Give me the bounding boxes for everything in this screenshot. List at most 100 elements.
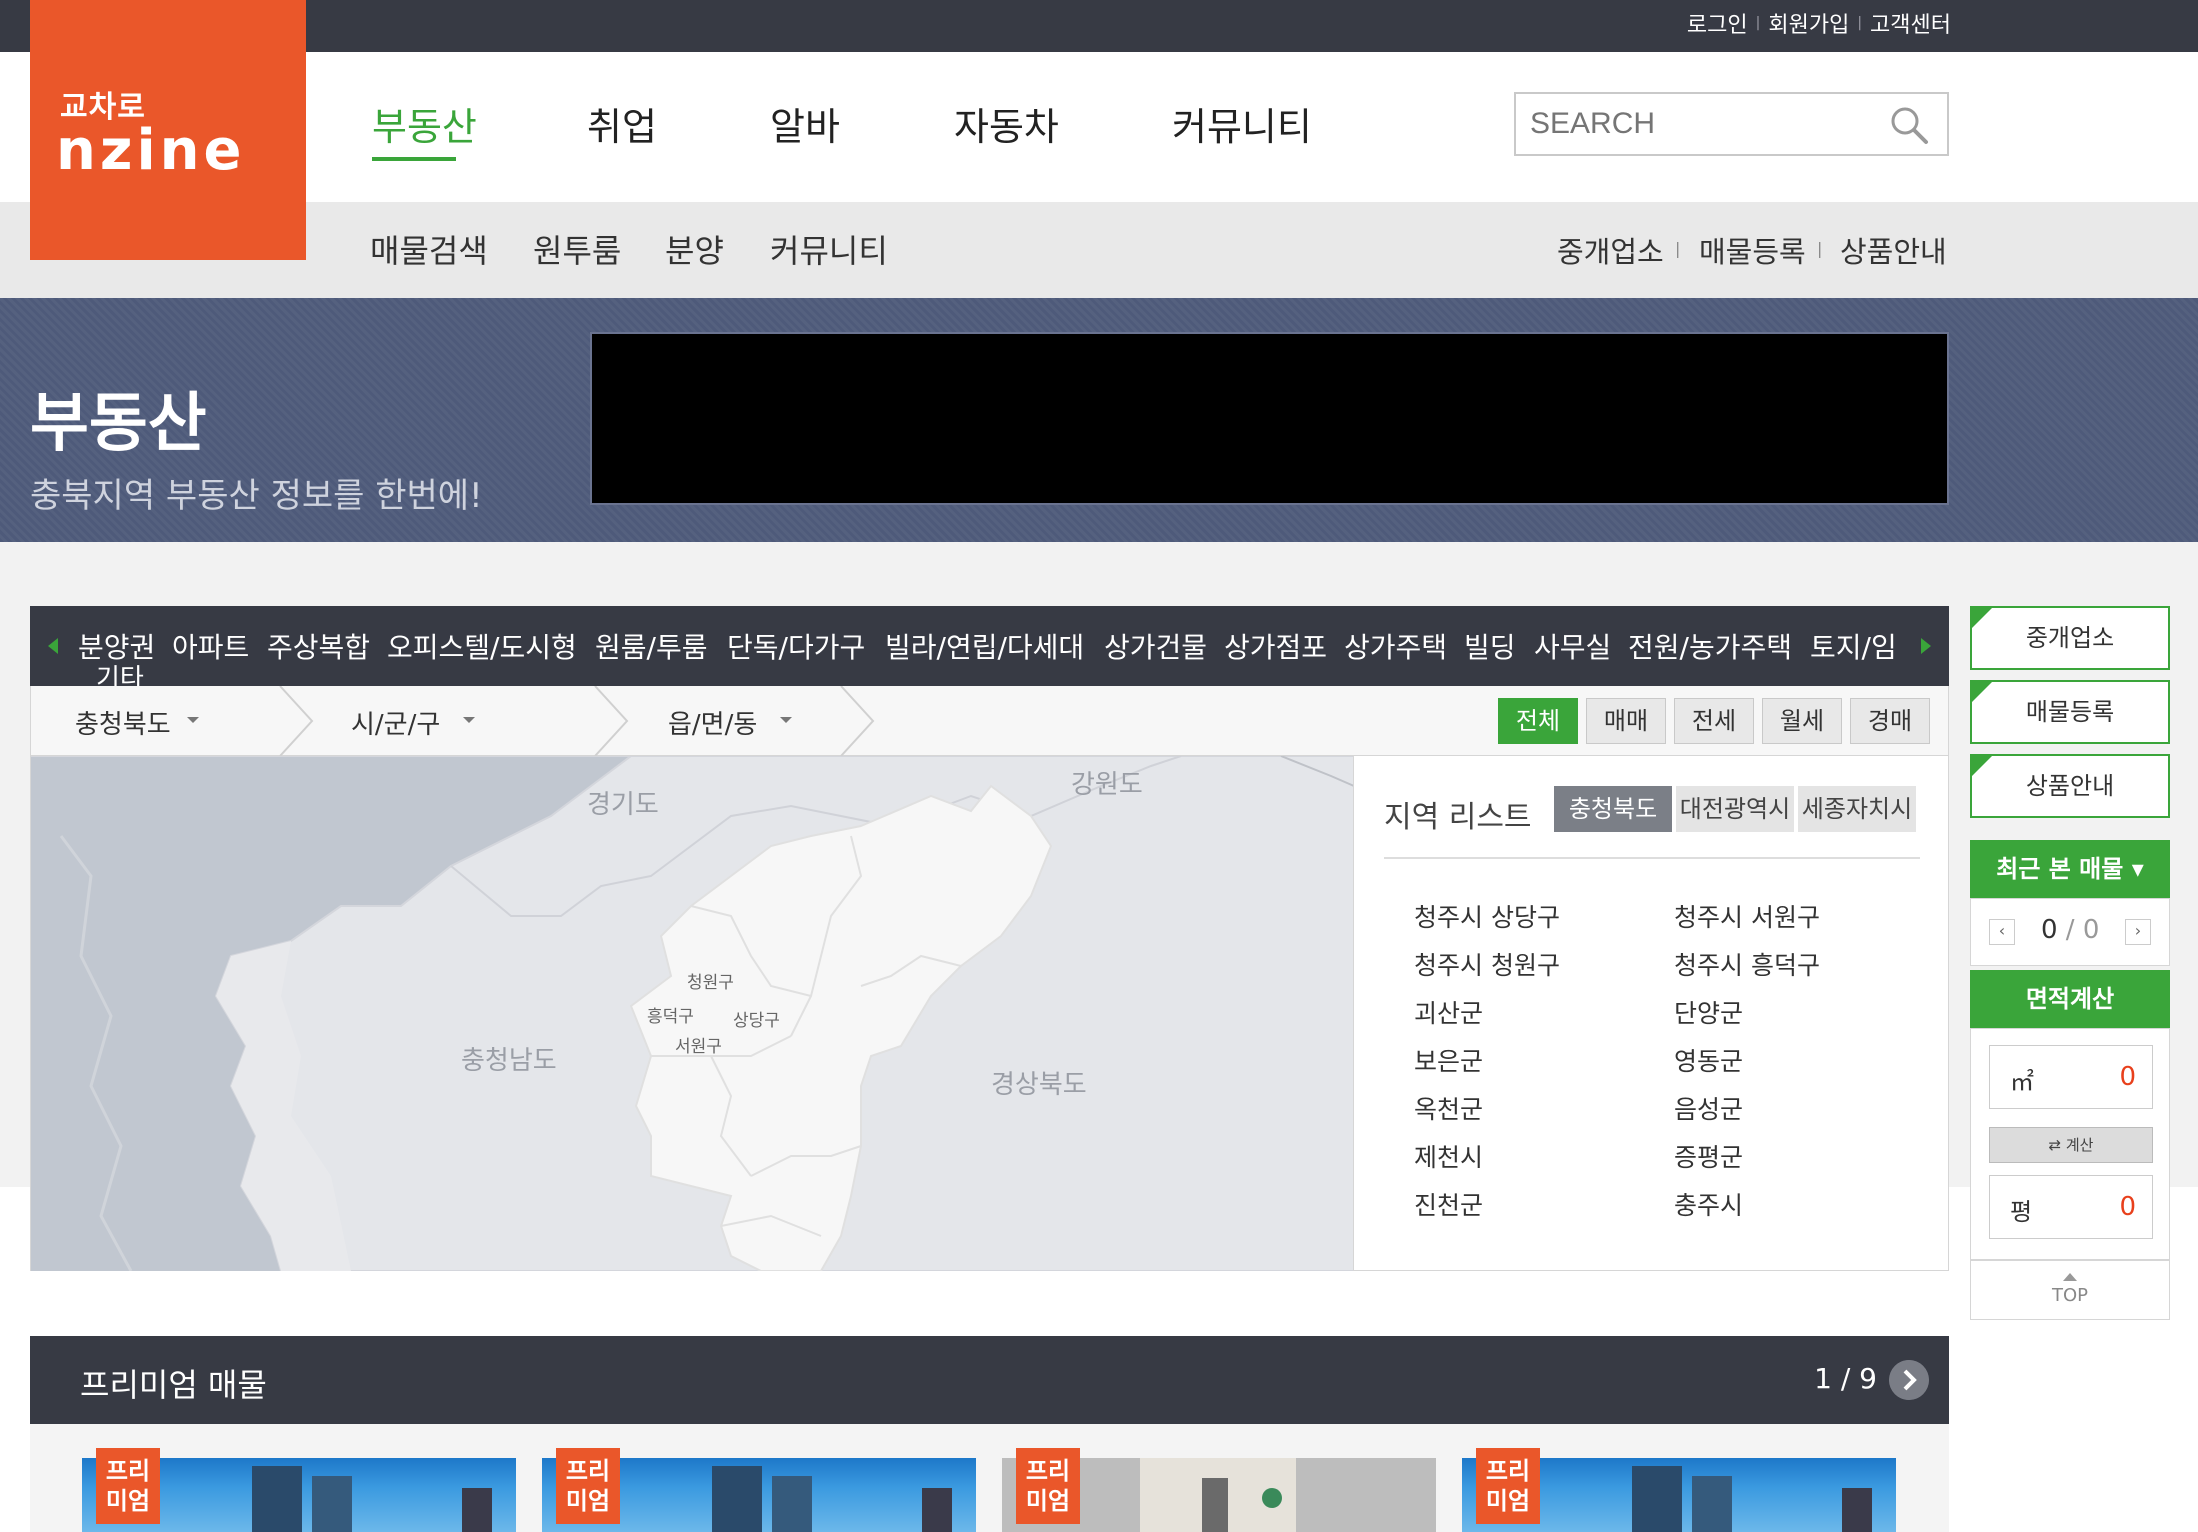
category-tab[interactable]: 아파트 [172, 626, 249, 666]
recent-listings-button[interactable]: 최근 본 매물 ▾ [1970, 840, 2170, 898]
support-link[interactable]: 고객센터 [1870, 7, 1951, 39]
region-item[interactable]: 옥천군 [1414, 1090, 1483, 1126]
map-label-district[interactable]: 흥덕구 [647, 1002, 694, 1027]
region-item[interactable]: 제천시 [1414, 1138, 1483, 1174]
search-icon[interactable] [1889, 105, 1929, 145]
badge-line: 프리 [565, 1457, 611, 1485]
city-select[interactable]: 시/군/구 [351, 704, 440, 741]
deal-type-monthly-button[interactable]: 월세 [1762, 698, 1842, 744]
region-item[interactable]: 충주시 [1674, 1186, 1743, 1222]
category-tabs: 분양권 아파트 주상복합 오피스텔/도시형 원룸/투룸 단독/다가구 빌라/연립… [30, 606, 1949, 694]
category-tab[interactable]: 상가점포 [1224, 626, 1327, 666]
map-label-district[interactable]: 상당구 [733, 1006, 780, 1031]
sqm-unit-label: ㎡ [2010, 1068, 2034, 1096]
sidebar-register-button[interactable]: 매물등록 [1970, 680, 2170, 744]
category-tab[interactable]: 사무실 [1534, 626, 1611, 666]
scroll-top-button[interactable]: TOP [1970, 1260, 2170, 1320]
divider: | [1755, 15, 1761, 31]
category-tab[interactable]: 오피스텔/도시형 [387, 626, 577, 666]
region-item[interactable]: 괴산군 [1414, 994, 1483, 1030]
login-link[interactable]: 로그인 [1687, 7, 1748, 39]
site-logo[interactable]: 교차로 nzine [30, 0, 306, 260]
region-item[interactable]: 청주시 흥덕구 [1674, 946, 1820, 982]
map-label-gyeongbuk: 경상북도 [991, 1070, 1087, 1100]
category-tab[interactable]: 전원/농가주택 [1628, 626, 1792, 666]
gnb-realestate[interactable]: 부동산 [372, 96, 477, 151]
category-tab[interactable]: 원룸/투룸 [595, 626, 707, 666]
sqm-field[interactable]: ㎡ 0 [1989, 1045, 2153, 1109]
category-tab[interactable]: 주상복합 [267, 626, 370, 666]
region-item[interactable]: 청주시 청원구 [1414, 946, 1560, 982]
town-select[interactable]: 읍/면/동 [668, 704, 757, 741]
badge-line: 프리 [1485, 1457, 1531, 1485]
premium-title: 프리미엄 매물 [80, 1366, 267, 1404]
category-tab[interactable]: 토지/임 [1810, 626, 1897, 666]
divider: | [1817, 239, 1823, 258]
gnb-parttime[interactable]: 알바 [770, 96, 840, 151]
chevron-down-icon[interactable] [463, 717, 475, 723]
region-map[interactable]: 경기도 강원도 충청남도 경상북도 청원구 흥덕구 상당구 서원구 [30, 756, 1353, 1271]
chevron-right-icon[interactable] [1889, 1360, 1929, 1400]
badge-line: 미엄 [1485, 1487, 1531, 1515]
recent-current: 0 [2041, 915, 2058, 945]
subnav-community[interactable]: 커뮤니티 [770, 226, 888, 272]
calculate-button[interactable]: ⇄ 계산 [1989, 1127, 2153, 1163]
sqm-value: 0 [2119, 1062, 2136, 1092]
breadcrumb-separator-icon [279, 686, 314, 756]
chevron-left-icon[interactable]: ‹ [1989, 919, 2015, 945]
recent-listings-pager: ‹ 0 / 0 › [1970, 898, 2170, 966]
deal-type-jeonse-button[interactable]: 전세 [1674, 698, 1754, 744]
province-select[interactable]: 충청북도 [75, 704, 171, 741]
region-tab-chungbuk[interactable]: 충청북도 [1554, 786, 1672, 832]
chevron-down-icon[interactable] [187, 717, 199, 723]
category-tab[interactable]: 빌라/연립/다세대 [885, 626, 1084, 666]
subnav-presale[interactable]: 분양 [665, 226, 724, 272]
page-subtitle: 충북지역 부동산 정보를 한번에! [30, 476, 483, 516]
subnav-register-listing[interactable]: 매물등록 [1699, 229, 1806, 271]
map-label-district[interactable]: 서원구 [675, 1032, 722, 1057]
deal-type-all-button[interactable]: 전체 [1498, 698, 1578, 744]
category-next-icon[interactable] [1921, 638, 1931, 654]
subnav-listing-search[interactable]: 매물검색 [370, 226, 488, 272]
signup-link[interactable]: 회원가입 [1768, 7, 1849, 39]
subnav-product-info[interactable]: 상품안내 [1840, 229, 1947, 271]
category-tab[interactable]: 단독/다가구 [727, 626, 865, 666]
region-item[interactable]: 음성군 [1674, 1090, 1743, 1126]
top-links: 로그인 | 회원가입 | 고객센터 [1687, 8, 1951, 38]
category-tab[interactable]: 상가주택 [1344, 626, 1447, 666]
region-tab-daejeon[interactable]: 대전광역시 [1676, 786, 1794, 832]
region-tab-sejong[interactable]: 세종자치시 [1798, 786, 1916, 832]
ad-banner[interactable] [590, 332, 1949, 505]
pyeong-field[interactable]: 평 0 [1989, 1175, 2153, 1239]
premium-listings-header: 프리미엄 매물 1 / 9 [30, 1336, 1949, 1424]
chevron-down-icon[interactable] [780, 717, 792, 723]
arrow-up-icon [2063, 1273, 2077, 1281]
gnb-jobs[interactable]: 취업 [587, 96, 657, 151]
deal-type-sale-button[interactable]: 매매 [1586, 698, 1666, 744]
sidebar-product-button[interactable]: 상품안내 [1970, 754, 2170, 818]
region-item[interactable]: 보은군 [1414, 1042, 1483, 1078]
subnav-oneroom[interactable]: 원투룸 [533, 226, 621, 272]
chevron-right-icon[interactable]: › [2125, 919, 2151, 945]
gnb-community[interactable]: 커뮤니티 [1172, 96, 1312, 151]
category-tab[interactable]: 빌딩 [1464, 626, 1516, 666]
region-item[interactable]: 단양군 [1674, 994, 1743, 1030]
deal-type-auction-button[interactable]: 경매 [1850, 698, 1930, 744]
region-item[interactable]: 진천군 [1414, 1186, 1483, 1222]
region-item[interactable]: 증평군 [1674, 1138, 1743, 1174]
search-input[interactable] [1530, 104, 1870, 144]
region-item[interactable]: 청주시 상당구 [1414, 898, 1560, 934]
sidebar-agencies-button[interactable]: 중개업소 [1970, 606, 2170, 670]
area-calculator-header: 면적계산 [1970, 970, 2170, 1028]
map-label-gangwon: 강원도 [1071, 770, 1143, 800]
breadcrumb-separator-icon [594, 686, 629, 756]
category-prev-icon[interactable] [48, 638, 58, 654]
subnav-agencies[interactable]: 중개업소 [1557, 229, 1664, 271]
gnb-cars[interactable]: 자동차 [954, 96, 1059, 151]
category-tab[interactable]: 상가건물 [1104, 626, 1207, 666]
region-item[interactable]: 청주시 서원구 [1674, 898, 1820, 934]
map-label-district[interactable]: 청원구 [687, 968, 734, 993]
region-item[interactable]: 영동군 [1674, 1042, 1743, 1078]
badge-line: 프리 [1025, 1457, 1071, 1485]
search-box [1514, 92, 1949, 156]
